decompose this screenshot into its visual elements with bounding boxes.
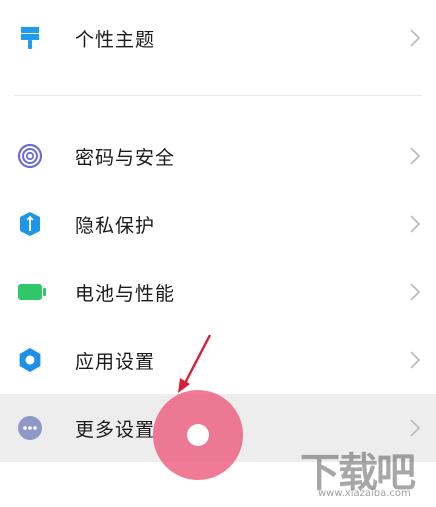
settings-item-password-security[interactable]: 密码与安全 [0,122,436,190]
chevron-right-icon [408,418,422,438]
settings-item-label: 隐私保护 [75,214,156,237]
settings-item-label: 个性主题 [75,28,156,51]
more-dots-icon [17,415,43,441]
watermark-url: www.xiazaiba.com [318,488,411,499]
touch-indicator [153,390,243,480]
section-divider [14,95,422,96]
battery-icon [17,279,47,305]
settings-item-label: 密码与安全 [75,146,176,169]
settings-item-privacy[interactable]: 隐私保护 [0,190,436,258]
gear-icon [17,347,43,373]
fingerprint-icon [17,143,43,169]
settings-item-theme[interactable]: 个性主题 [0,4,436,72]
settings-item-battery-performance[interactable]: 电池与性能 [0,258,436,326]
settings-item-label: 电池与性能 [75,282,176,305]
settings-item-label: 应用设置 [75,350,156,373]
touch-indicator-center [187,424,209,446]
privacy-shield-icon [17,211,43,237]
chevron-right-icon [408,282,422,302]
chevron-right-icon [408,214,422,234]
chevron-right-icon [408,28,422,48]
settings-item-label: 更多设置 [75,418,156,441]
watermark-logo: 下载吧 www.xiazaiba.com [298,440,436,507]
theme-brush-icon [17,25,43,51]
chevron-right-icon [408,350,422,370]
chevron-right-icon [408,146,422,166]
